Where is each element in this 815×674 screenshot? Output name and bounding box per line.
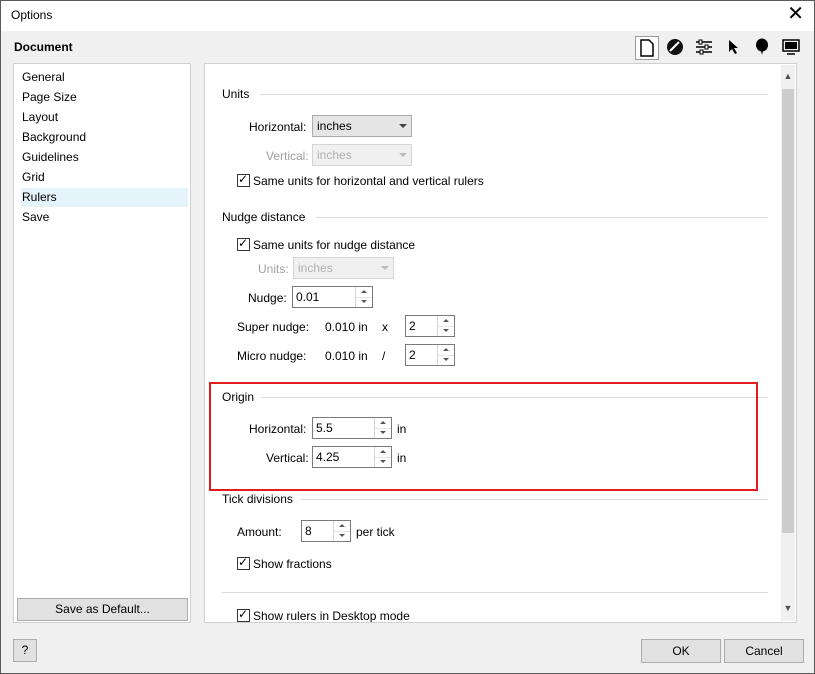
- nudge-spinbox[interactable]: 0.01: [292, 286, 373, 308]
- show-fractions-label: Show fractions: [253, 557, 332, 571]
- balloon-icon[interactable]: [751, 36, 773, 58]
- show-rulers-desktop-label: Show rulers in Desktop mode: [253, 609, 410, 623]
- spin-down-icon[interactable]: [438, 326, 454, 336]
- same-units-nudge-label: Same units for nudge distance: [253, 238, 416, 252]
- units-group-title: Units: [222, 87, 250, 101]
- units-horizontal-dropdown[interactable]: inches: [312, 115, 412, 137]
- units-vertical-value: inches: [317, 148, 352, 162]
- tick-amount-spinbox[interactable]: 8: [301, 520, 351, 542]
- micro-nudge-divisor-spinbox[interactable]: 2: [405, 344, 455, 366]
- pointer-icon[interactable]: [722, 36, 744, 58]
- nudge-units-value: inches: [298, 261, 333, 275]
- nav-item-general[interactable]: General: [21, 68, 188, 87]
- scroll-down-icon[interactable]: ▼: [781, 603, 795, 617]
- vertical-scrollbar[interactable]: ▲ ▼: [781, 65, 795, 621]
- same-units-rulers-label: Same units for horizontal and vertical r…: [253, 174, 484, 188]
- units-divider: [260, 94, 768, 95]
- scroll-up-icon[interactable]: ▲: [781, 71, 795, 85]
- scrollbar-thumb[interactable]: [782, 89, 794, 533]
- nav-item-grid[interactable]: Grid: [21, 168, 188, 187]
- tick-divider: [301, 499, 768, 500]
- micro-nudge-value: 0.010 in: [325, 349, 368, 363]
- super-nudge-value: 0.010 in: [325, 320, 368, 334]
- per-tick-label: per tick: [356, 525, 395, 539]
- document-icon[interactable]: [635, 36, 659, 60]
- nudge-group-title: Nudge distance: [222, 210, 306, 224]
- nudge-label: Nudge:: [248, 291, 287, 305]
- spin-down-icon[interactable]: [356, 297, 372, 307]
- nav-item-rulers[interactable]: Rulers: [21, 188, 188, 207]
- nav-item-background[interactable]: Background: [21, 128, 188, 147]
- nav-item-guidelines[interactable]: Guidelines: [21, 148, 188, 167]
- display-icon[interactable]: [780, 36, 802, 58]
- category-list: General Page Size Layout Background Guid…: [13, 63, 191, 623]
- units-horizontal-label: Horizontal:: [249, 120, 307, 134]
- nav-item-layout[interactable]: Layout: [21, 108, 188, 127]
- nudge-units-label: Units:: [258, 262, 289, 276]
- super-nudge-operator: x: [382, 320, 388, 334]
- show-rulers-desktop-checkbox[interactable]: [237, 607, 250, 622]
- show-fractions-checkbox[interactable]: [237, 555, 250, 570]
- units-horizontal-value: inches: [317, 119, 352, 133]
- spin-down-icon[interactable]: [438, 355, 454, 365]
- origin-highlight-box: [209, 382, 758, 491]
- cancel-button[interactable]: Cancel: [724, 639, 804, 663]
- super-nudge-label: Super nudge:: [237, 320, 310, 334]
- rulers-settings-panel: Units Horizontal: inches Vertical: inche…: [204, 63, 797, 623]
- micro-nudge-divisor-value: 2: [409, 348, 416, 362]
- chevron-down-icon: [399, 153, 407, 157]
- super-nudge-multiplier-spinbox[interactable]: 2: [405, 315, 455, 337]
- options-dialog: Options ✕ Document General Page Size Lay…: [0, 0, 815, 674]
- tick-amount-label: Amount:: [237, 525, 282, 539]
- settings-icon[interactable]: [693, 36, 715, 58]
- same-units-rulers-checkbox[interactable]: [237, 172, 250, 187]
- spin-down-icon[interactable]: [334, 531, 350, 541]
- super-nudge-multiplier-value: 2: [409, 319, 416, 333]
- units-vertical-dropdown[interactable]: inches: [312, 144, 412, 166]
- title-bar: Options ✕: [1, 1, 814, 31]
- tick-amount-value: 8: [305, 524, 312, 538]
- micro-nudge-label: Micro nudge:: [237, 349, 307, 363]
- nudge-units-dropdown[interactable]: inches: [293, 257, 394, 279]
- same-units-nudge-checkbox[interactable]: [237, 236, 250, 251]
- section-title: Document: [14, 40, 73, 54]
- nudge-divider: [316, 217, 768, 218]
- save-as-default-button[interactable]: Save as Default...: [17, 598, 188, 621]
- close-icon[interactable]: ✕: [787, 3, 804, 25]
- nav-item-save[interactable]: Save: [21, 208, 188, 227]
- chevron-down-icon: [399, 124, 407, 128]
- bottom-divider: [222, 592, 768, 593]
- micro-nudge-operator: /: [382, 349, 386, 363]
- color-icon[interactable]: [664, 36, 686, 58]
- nav-item-page-size[interactable]: Page Size: [21, 88, 188, 107]
- tick-group-title: Tick divisions: [222, 492, 293, 506]
- chevron-down-icon: [381, 266, 389, 270]
- units-vertical-label: Vertical:: [266, 149, 309, 163]
- ok-button[interactable]: OK: [641, 639, 721, 663]
- nudge-value: 0.01: [296, 290, 320, 304]
- help-button[interactable]: ?: [13, 639, 37, 662]
- window-title: Options: [11, 8, 53, 22]
